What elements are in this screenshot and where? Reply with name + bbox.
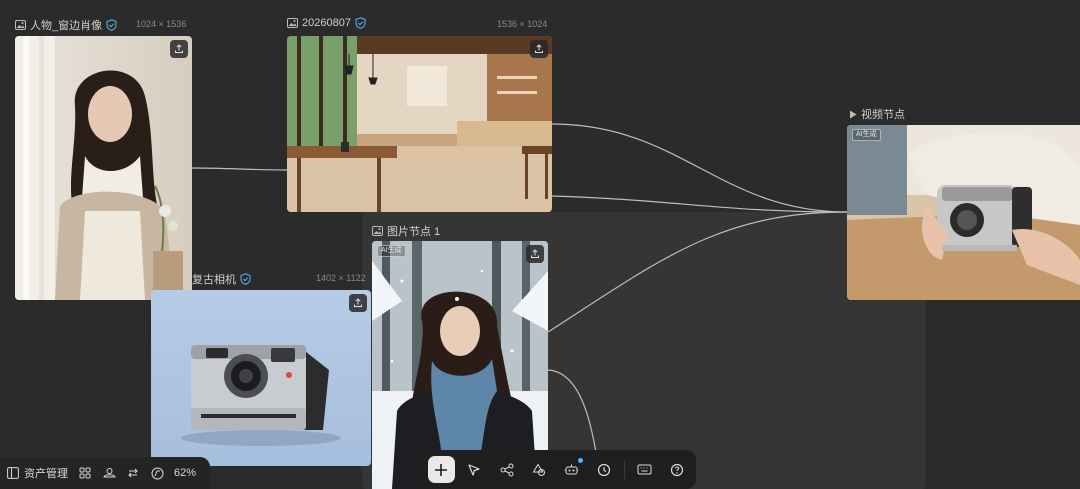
portrait-photo	[15, 36, 192, 300]
video-photo	[847, 125, 1080, 300]
video-node-title[interactable]: 视频节点	[849, 106, 905, 122]
grid-icon[interactable]	[78, 466, 92, 480]
camera-node-title[interactable]: 复古相机	[192, 271, 251, 287]
share-nodes-icon	[500, 463, 514, 476]
shield-check-icon	[240, 273, 251, 285]
canvas[interactable]: 人物_窗边肖像 1024 × 1536 20260807 1536 × 1024…	[0, 0, 1080, 489]
assets-button[interactable]: 资产管理	[6, 465, 68, 481]
bottom-left-bar: 资产管理 62%	[0, 457, 210, 489]
navigate-icon[interactable]	[150, 466, 164, 480]
swap-icon[interactable]	[126, 466, 140, 480]
keyboard-shortcuts-button[interactable]	[631, 456, 658, 483]
video-node-label: 视频节点	[861, 109, 905, 121]
sidebar-panel-icon	[6, 466, 20, 480]
upload-icon	[175, 44, 183, 53]
select-tool-button[interactable]	[461, 456, 488, 483]
assets-label: 资产管理	[24, 468, 68, 480]
portrait-node-title[interactable]: 人物_窗边肖像	[15, 17, 117, 33]
camera-photo	[151, 290, 371, 466]
cafe-node-title[interactable]: 20260807	[287, 17, 366, 29]
layers-icon[interactable]	[102, 466, 116, 480]
video-image[interactable]: AI生成	[847, 125, 1080, 300]
snow-ai-badge: AI生成	[377, 245, 406, 257]
shapes-tool-button[interactable]	[526, 456, 553, 483]
history-button[interactable]	[591, 456, 618, 483]
portrait-node-label: 人物_窗边肖像	[30, 20, 103, 32]
cafe-upload-button[interactable]	[530, 40, 548, 58]
image-icon	[15, 20, 26, 30]
image-icon	[372, 226, 383, 236]
shield-check-icon	[106, 19, 117, 31]
image-icon	[287, 18, 298, 28]
pointer-icon	[468, 463, 480, 476]
play-icon	[850, 110, 857, 118]
zoom-level[interactable]: 62%	[174, 467, 196, 479]
connect-tool-button[interactable]	[493, 456, 520, 483]
clock-icon	[598, 463, 611, 476]
add-node-button[interactable]	[428, 456, 455, 483]
agent-tool-button[interactable]	[559, 456, 586, 483]
toolbar-divider	[623, 460, 625, 479]
shield-check-icon	[355, 17, 366, 29]
help-icon	[670, 463, 683, 476]
portrait-node-dims: 1024 × 1536	[136, 19, 187, 29]
shapes-icon	[532, 463, 546, 476]
cafe-image[interactable]	[287, 36, 552, 212]
notification-dot	[578, 458, 584, 463]
snow-upload-button[interactable]	[526, 245, 544, 263]
snow-node-label: 图片节点 1	[387, 226, 441, 238]
portrait-upload-button[interactable]	[170, 40, 188, 58]
camera-node-label: 复古相机	[192, 274, 236, 286]
portrait-image[interactable]	[15, 36, 192, 300]
upload-icon	[531, 249, 539, 258]
camera-upload-button[interactable]	[349, 294, 367, 312]
cafe-node-label: 20260807	[302, 17, 351, 29]
cafe-node-dims: 1536 × 1024	[497, 19, 548, 29]
robot-icon	[565, 464, 579, 474]
cafe-photo	[287, 36, 552, 212]
camera-image[interactable]	[151, 290, 371, 466]
help-button[interactable]	[663, 456, 690, 483]
bottom-toolbar	[422, 450, 696, 489]
video-ai-badge: AI生成	[852, 129, 881, 141]
camera-node-dims: 1402 × 1122	[316, 273, 366, 283]
upload-icon	[535, 44, 543, 53]
keyboard-icon	[637, 464, 652, 475]
snow-node-title[interactable]: 图片节点 1	[372, 223, 440, 239]
upload-icon	[354, 298, 362, 307]
plus-icon	[435, 463, 448, 476]
